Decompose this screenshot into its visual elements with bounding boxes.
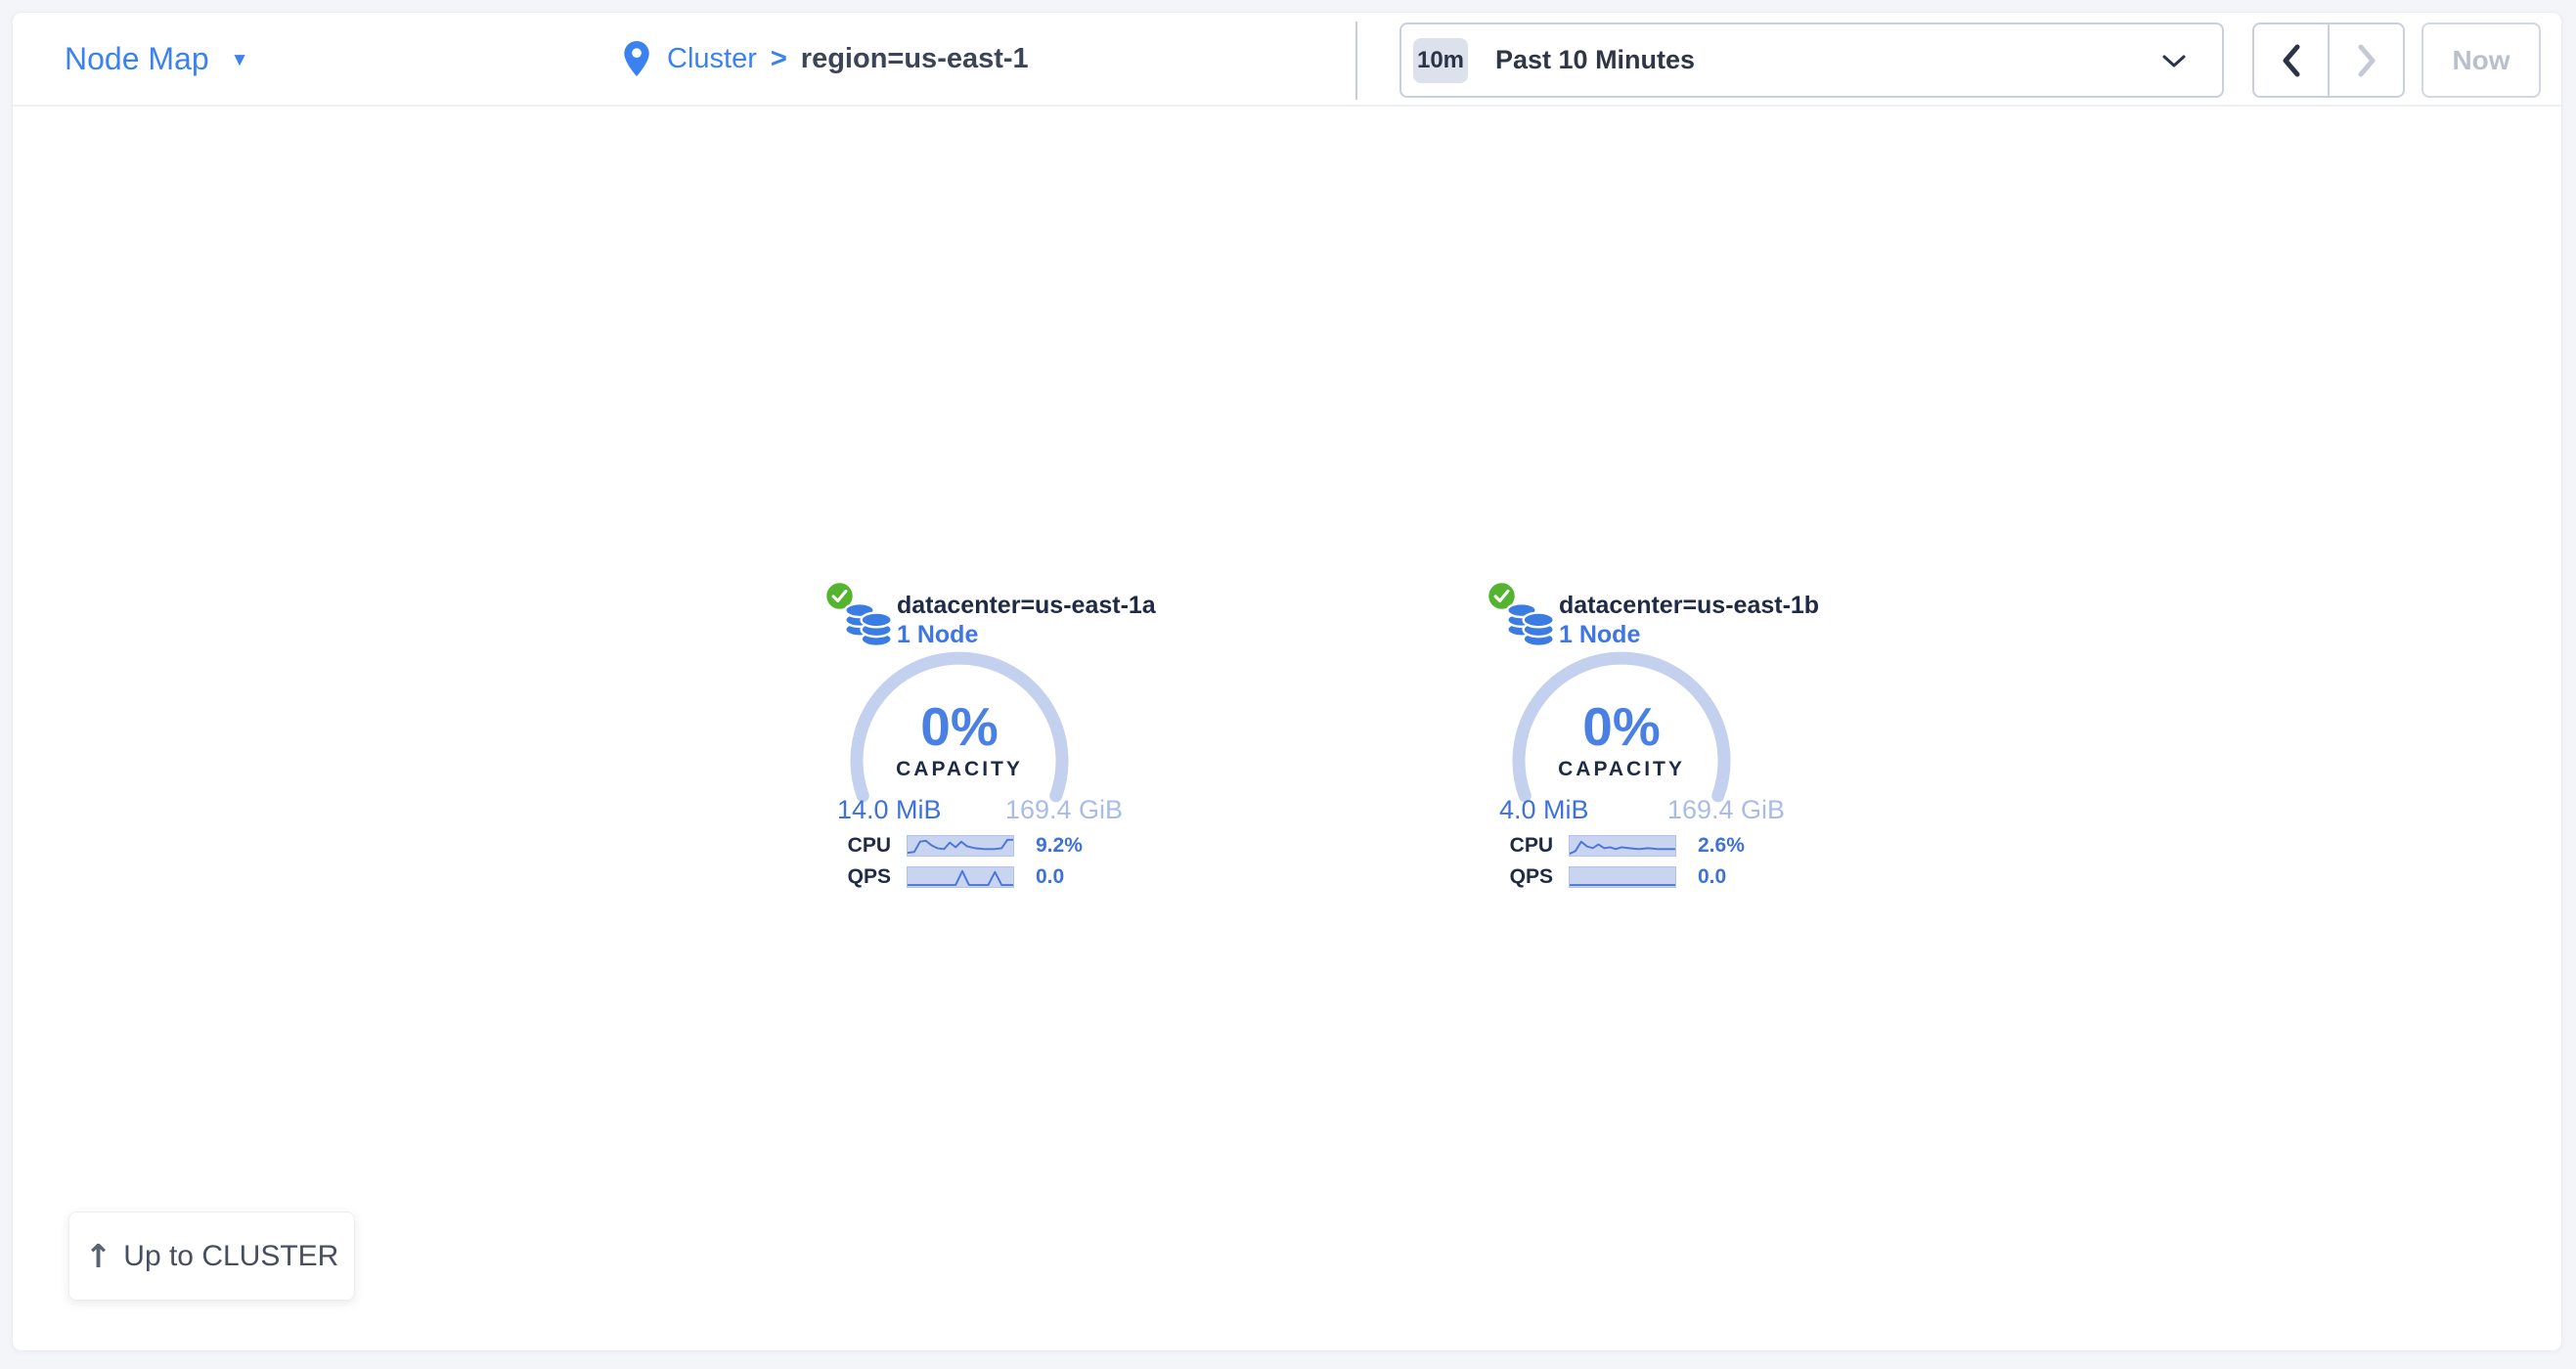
up-arrow-icon: ↑: [85, 1237, 112, 1275]
node-map-panel: Node Map ▼ Cluster > region=us-east-1 10…: [12, 12, 2562, 1351]
capacity-percent: 0%: [1509, 695, 1734, 758]
breadcrumb: Cluster > region=us-east-1: [624, 13, 1029, 105]
cpu-value: 9.2%: [1036, 834, 1083, 858]
qps-sparkline: [907, 866, 1014, 888]
view-selector-label: Node Map: [65, 41, 209, 77]
time-range-badge: 10m: [1413, 38, 1468, 83]
map-pin-icon: [624, 41, 649, 76]
cpu-sparkline: [1569, 835, 1676, 857]
caret-down-icon: ▼: [231, 46, 249, 71]
header-divider: [1355, 22, 1357, 100]
datacenter-card-us-east-1b[interactable]: datacenter=us-east-1b 1 Node 0% CAPACITY…: [1477, 575, 1814, 898]
breadcrumb-cluster-link[interactable]: Cluster: [667, 43, 757, 75]
time-prev-button[interactable]: [2254, 24, 2328, 96]
capacity-used: 14.0 MiB: [837, 795, 942, 825]
qps-label: QPS: [832, 865, 891, 889]
up-to-cluster-button[interactable]: ↑ Up to CLUSTER: [68, 1212, 355, 1301]
datacenter-title: datacenter=us-east-1a: [897, 592, 1156, 620]
datacenter-card-us-east-1a[interactable]: datacenter=us-east-1a 1 Node 0% CAPACITY…: [815, 575, 1152, 898]
chevron-down-icon: [2161, 54, 2187, 69]
capacity-caption: CAPACITY: [847, 758, 1072, 781]
up-to-cluster-label: Up to CLUSTER: [123, 1240, 338, 1273]
capacity-total: 169.4 GiB: [1667, 795, 1785, 825]
cpu-label: CPU: [832, 834, 891, 858]
datacenter-icon: [837, 597, 900, 650]
capacity-used: 4.0 MiB: [1499, 795, 1589, 825]
capacity-total: 169.4 GiB: [1005, 795, 1123, 825]
cpu-sparkline: [907, 835, 1014, 857]
chevron-right-icon: [2355, 43, 2378, 78]
breadcrumb-current: region=us-east-1: [801, 43, 1029, 75]
time-nav-group: [2252, 22, 2405, 98]
capacity-values: 4.0 MiB 169.4 GiB: [1499, 795, 1785, 825]
chevron-left-icon: [2280, 43, 2303, 78]
qps-value: 0.0: [1036, 865, 1064, 889]
datacenter-node-count: 1 Node: [897, 621, 978, 649]
capacity-values: 14.0 MiB 169.4 GiB: [837, 795, 1123, 825]
qps-value: 0.0: [1698, 865, 1726, 889]
time-range-dropdown[interactable]: 10m Past 10 Minutes: [1399, 22, 2224, 98]
breadcrumb-separator: >: [771, 43, 787, 75]
header-bar: Node Map ▼ Cluster > region=us-east-1 10…: [13, 13, 2561, 107]
cpu-value: 2.6%: [1698, 834, 1745, 858]
cpu-metric-row: CPU 9.2%: [832, 835, 1135, 857]
cpu-metric-row: CPU 2.6%: [1494, 835, 1798, 857]
datacenter-title: datacenter=us-east-1b: [1559, 592, 1819, 620]
qps-metric-row: QPS 0.0: [1494, 866, 1798, 888]
qps-metric-row: QPS 0.0: [832, 866, 1135, 888]
time-next-button[interactable]: [2328, 24, 2403, 96]
qps-label: QPS: [1494, 865, 1553, 889]
capacity-caption: CAPACITY: [1509, 758, 1734, 781]
time-range-label: Past 10 Minutes: [1495, 45, 1695, 75]
cpu-label: CPU: [1494, 834, 1553, 858]
now-button[interactable]: Now: [2421, 22, 2541, 98]
view-selector-dropdown[interactable]: Node Map ▼: [65, 13, 248, 105]
datacenter-icon: [1499, 597, 1562, 650]
capacity-percent: 0%: [847, 695, 1072, 758]
datacenter-node-count: 1 Node: [1559, 621, 1640, 649]
qps-sparkline: [1569, 866, 1676, 888]
